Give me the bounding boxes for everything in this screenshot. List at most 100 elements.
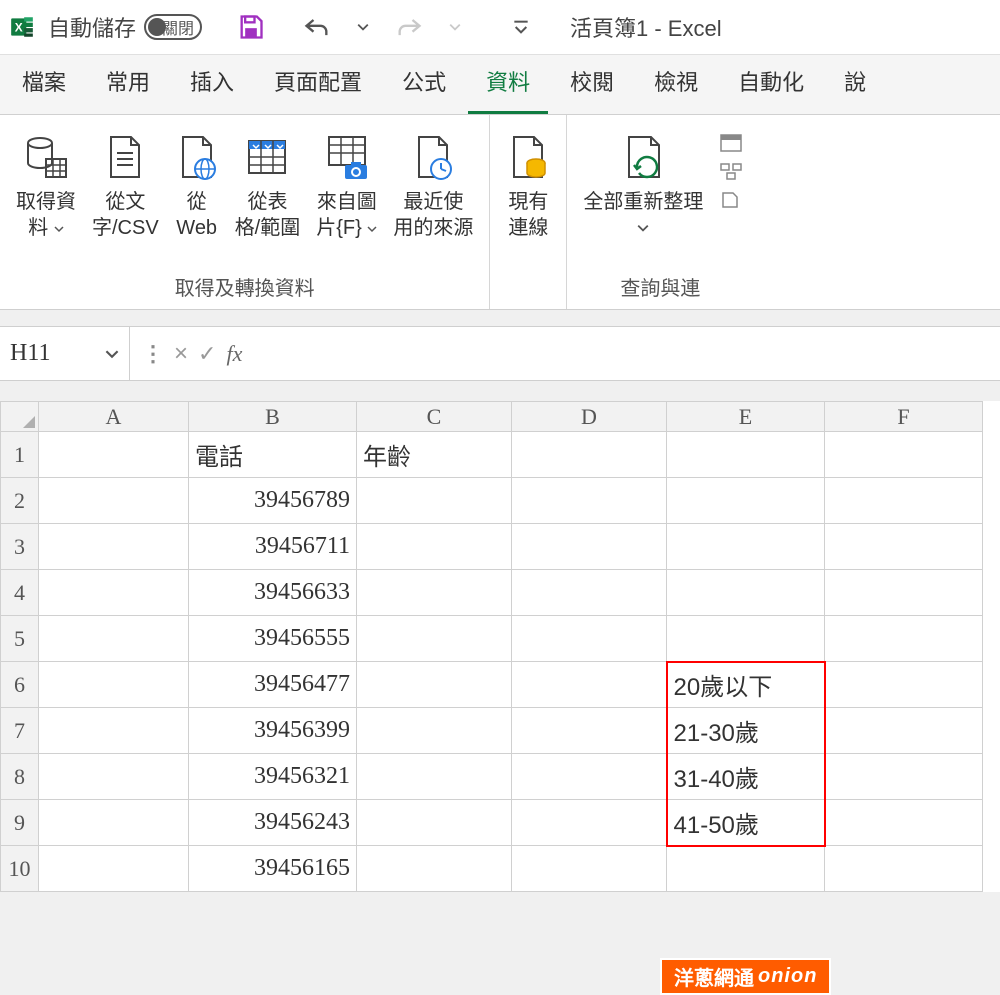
cell[interactable] xyxy=(667,570,825,616)
customize-qat-dropdown[interactable] xyxy=(504,10,538,44)
from-table-range-button[interactable]: 從表 格/範圍 xyxy=(229,123,307,243)
cell[interactable]: 39456321 xyxy=(189,754,357,800)
cell[interactable]: 39456477 xyxy=(189,662,357,708)
cell[interactable] xyxy=(667,478,825,524)
from-image-button[interactable]: 來自圖 片{F} xyxy=(310,123,383,243)
cell[interactable] xyxy=(357,478,512,524)
from-text-csv-button[interactable]: 從文 字/CSV xyxy=(86,123,165,243)
cell[interactable] xyxy=(825,570,983,616)
row-header[interactable]: 7 xyxy=(1,708,39,754)
cell[interactable] xyxy=(39,846,189,892)
cell[interactable] xyxy=(39,616,189,662)
row-header[interactable]: 9 xyxy=(1,800,39,846)
cell[interactable]: 41-50歲 xyxy=(667,800,825,846)
cell[interactable] xyxy=(39,662,189,708)
tab-data[interactable]: 資料 xyxy=(468,55,548,114)
cell[interactable]: 39456711 xyxy=(189,524,357,570)
cell[interactable] xyxy=(512,708,667,754)
cell[interactable] xyxy=(825,846,983,892)
cell[interactable] xyxy=(39,754,189,800)
row-header[interactable]: 3 xyxy=(1,524,39,570)
cell[interactable] xyxy=(512,570,667,616)
fx-icon[interactable]: fx xyxy=(226,341,242,367)
cell[interactable] xyxy=(357,524,512,570)
toggle-switch[interactable]: 關閉 xyxy=(144,14,202,40)
properties-mini-button[interactable] xyxy=(719,133,743,153)
tab-formulas[interactable]: 公式 xyxy=(384,55,464,114)
cell[interactable] xyxy=(825,524,983,570)
column-header[interactable]: C xyxy=(357,402,512,432)
cell[interactable] xyxy=(512,478,667,524)
recent-sources-button[interactable]: 最近使 用的來源 xyxy=(387,123,479,243)
resize-handle-icon[interactable]: ⋮ xyxy=(142,341,164,367)
row-header[interactable]: 1 xyxy=(1,432,39,478)
cell[interactable] xyxy=(825,432,983,478)
cell[interactable] xyxy=(825,616,983,662)
tab-home[interactable]: 常用 xyxy=(88,55,168,114)
cell[interactable] xyxy=(357,800,512,846)
cell[interactable]: 20歲以下 xyxy=(667,662,825,708)
existing-connections-button[interactable]: 現有 連線 xyxy=(500,123,556,243)
enter-formula-icon[interactable]: ✓ xyxy=(198,341,216,367)
cell[interactable] xyxy=(39,432,189,478)
tab-insert[interactable]: 插入 xyxy=(172,55,252,114)
tab-page-layout[interactable]: 頁面配置 xyxy=(256,55,380,114)
cell[interactable] xyxy=(512,800,667,846)
cell[interactable] xyxy=(357,616,512,662)
cell[interactable] xyxy=(667,432,825,478)
get-data-button[interactable]: 取得資 料 xyxy=(10,123,82,243)
cell[interactable] xyxy=(357,570,512,616)
formula-input[interactable] xyxy=(254,327,1000,380)
cell[interactable] xyxy=(357,846,512,892)
queries-mini-button[interactable] xyxy=(719,161,743,181)
cell[interactable]: 31-40歲 xyxy=(667,754,825,800)
redo-dropdown[interactable] xyxy=(438,10,472,44)
cell[interactable]: 21-30歲 xyxy=(667,708,825,754)
cell[interactable] xyxy=(512,662,667,708)
cell[interactable] xyxy=(357,754,512,800)
cell[interactable] xyxy=(39,478,189,524)
name-box[interactable]: H11 xyxy=(0,327,130,380)
cell[interactable] xyxy=(512,616,667,662)
cell[interactable] xyxy=(39,708,189,754)
cell[interactable] xyxy=(39,800,189,846)
tab-file[interactable]: 檔案 xyxy=(4,55,84,114)
refresh-all-button[interactable]: 全部重新整理 xyxy=(577,123,709,243)
cell[interactable]: 39456789 xyxy=(189,478,357,524)
cell[interactable]: 39456165 xyxy=(189,846,357,892)
tab-review[interactable]: 校閱 xyxy=(552,55,632,114)
cell[interactable] xyxy=(512,432,667,478)
edit-links-mini-button[interactable] xyxy=(719,189,743,209)
undo-dropdown[interactable] xyxy=(346,10,380,44)
cell[interactable] xyxy=(512,524,667,570)
column-header[interactable]: E xyxy=(667,402,825,432)
cell[interactable] xyxy=(825,478,983,524)
select-all-corner[interactable] xyxy=(1,402,39,432)
cell[interactable] xyxy=(825,708,983,754)
cell[interactable]: 電話 xyxy=(189,432,357,478)
cell[interactable] xyxy=(825,754,983,800)
column-header[interactable]: D xyxy=(512,402,667,432)
redo-button[interactable] xyxy=(392,10,426,44)
cell[interactable] xyxy=(667,616,825,662)
cell[interactable] xyxy=(357,708,512,754)
column-header[interactable]: A xyxy=(39,402,189,432)
cell[interactable] xyxy=(39,524,189,570)
cell[interactable]: 39456243 xyxy=(189,800,357,846)
cell[interactable] xyxy=(667,524,825,570)
cell[interactable]: 年齡 xyxy=(357,432,512,478)
column-header[interactable]: B xyxy=(189,402,357,432)
cell[interactable] xyxy=(512,846,667,892)
save-button[interactable] xyxy=(234,10,268,44)
cell[interactable]: 39456555 xyxy=(189,616,357,662)
tab-automate[interactable]: 自動化 xyxy=(720,55,822,114)
cell[interactable]: 39456633 xyxy=(189,570,357,616)
undo-button[interactable] xyxy=(300,10,334,44)
spreadsheet-grid[interactable]: A B C D E F 1電話年齡23945678933945671143945… xyxy=(0,401,1000,892)
row-header[interactable]: 8 xyxy=(1,754,39,800)
row-header[interactable]: 10 xyxy=(1,846,39,892)
from-web-button[interactable]: 從 Web xyxy=(169,123,225,243)
tab-help[interactable]: 說 xyxy=(826,55,884,114)
autosave-toggle[interactable]: 自動儲存 關閉 xyxy=(48,11,202,43)
cell[interactable] xyxy=(512,754,667,800)
